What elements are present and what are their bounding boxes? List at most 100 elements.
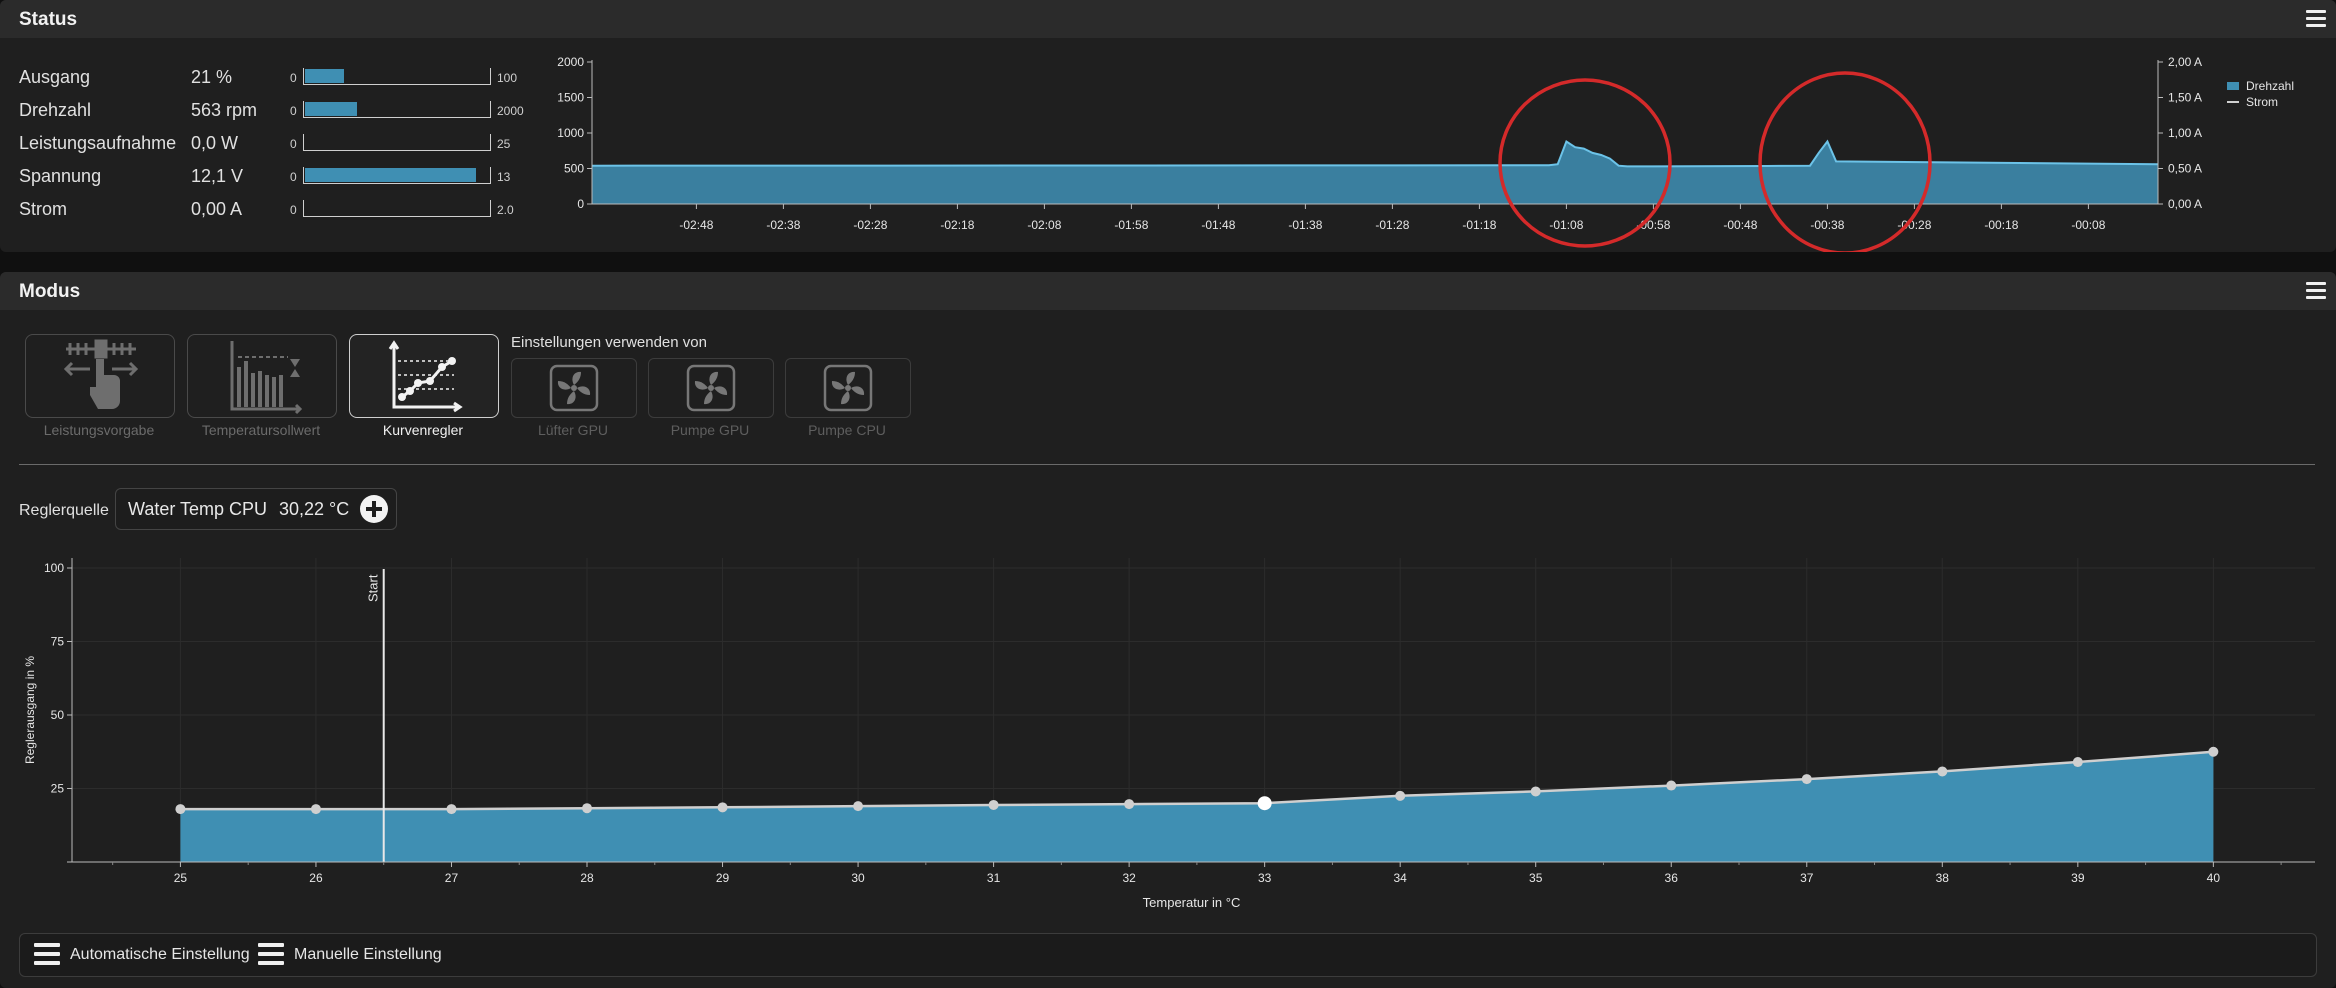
curve-point[interactable]	[1124, 799, 1135, 810]
x-tick-label: 28	[580, 871, 594, 885]
add-source-icon[interactable]	[359, 494, 389, 524]
curve-area	[180, 751, 2214, 862]
mode-kurvenregler-label: Kurvenregler	[382, 422, 464, 438]
x-tick-label: -01:28	[1375, 218, 1409, 232]
modus-header: Modus	[0, 272, 2336, 310]
x-tick-label: 37	[1800, 871, 1814, 885]
y-tick-label: 75	[51, 635, 65, 649]
curve-point[interactable]	[1937, 766, 1948, 777]
mode-kurvenregler-button[interactable]	[349, 334, 499, 418]
y-left-tick-label: 500	[564, 162, 584, 176]
manual-settings-label: Manuelle Einstellung	[294, 946, 442, 963]
curve-point[interactable]	[988, 799, 999, 810]
mode-temperatursollwert-label: Temperatursollwert	[201, 422, 321, 438]
curve-point[interactable]	[2072, 757, 2083, 768]
x-tick-label: -01:58	[1114, 218, 1148, 232]
x-axis-label: Temperatur in °C	[1143, 895, 1241, 910]
y-right-tick-label: 0,50 A	[2168, 162, 2202, 176]
y-left-tick-label: 1500	[557, 91, 584, 105]
x-tick-label: -01:48	[1201, 218, 1235, 232]
legend-swatch-drehzahl	[2227, 82, 2239, 90]
curve-point[interactable]	[446, 804, 457, 815]
x-tick-label: -00:18	[1984, 218, 2018, 232]
source-pumpe-cpu-label: Pumpe CPU	[808, 422, 886, 438]
x-tick-label: 32	[1122, 871, 1136, 885]
mode-leistungsvorgabe-button[interactable]	[25, 334, 175, 418]
curve-point[interactable]	[1801, 774, 1812, 785]
curve-point[interactable]	[717, 802, 728, 813]
source-pumpe-gpu-button[interactable]	[648, 358, 774, 418]
start-label: Start	[366, 574, 381, 602]
x-tick-label: -00:08	[2071, 218, 2105, 232]
x-tick-label: 31	[987, 871, 1001, 885]
fan-icon	[823, 364, 873, 412]
auto-settings-label: Automatische Einstellung	[70, 946, 250, 963]
x-tick-label: 29	[716, 871, 730, 885]
use-settings-label: Einstellungen verwenden von	[511, 334, 707, 351]
curve-chart[interactable]: Start 100 75 50 25 25 26 27 28 29 30 31 32 33 34 35 36 37…	[0, 545, 2336, 933]
y-right-tick-label: 2,00 A	[2168, 55, 2202, 69]
curve-point[interactable]	[1666, 780, 1677, 791]
curve-controller-icon	[388, 340, 463, 413]
x-tick-label: -01:08	[1549, 218, 1583, 232]
x-tick-label: 38	[1936, 871, 1950, 885]
target-temperature-icon	[230, 341, 303, 415]
x-tick-label: -01:38	[1288, 218, 1322, 232]
x-tick-label: 39	[2071, 871, 2085, 885]
y-tick-label: 50	[51, 708, 65, 722]
x-tick-label: 25	[174, 871, 188, 885]
modus-title: Modus	[19, 281, 81, 302]
y-right-tick-label: 1,00 A	[2168, 126, 2202, 140]
x-tick-label: 27	[445, 871, 459, 885]
x-tick-label: -00:48	[1723, 218, 1757, 232]
curve-point[interactable]	[1395, 790, 1406, 801]
x-tick-label: 30	[851, 871, 865, 885]
drehzahl-line	[591, 139, 2159, 168]
auto-settings-button[interactable]: Automatische Einstellung	[34, 942, 264, 968]
curve-point[interactable]	[2208, 746, 2219, 757]
curve-point[interactable]	[175, 804, 186, 815]
source-pumpe-cpu-button[interactable]	[785, 358, 911, 418]
curve-point[interactable]	[1257, 796, 1272, 811]
y-left-tick-label: 0	[577, 197, 584, 211]
curve-point[interactable]	[1530, 786, 1541, 797]
x-tick-label: -02:18	[940, 218, 974, 232]
source-name: Water Temp CPU	[128, 499, 268, 519]
curve-point[interactable]	[310, 804, 321, 815]
source-lufter-gpu-label: Lüfter GPU	[537, 422, 609, 438]
y-right-tick-label: 0,00 A	[2168, 197, 2202, 211]
section-divider	[19, 464, 2315, 465]
fan-icon	[549, 364, 599, 412]
source-lufter-gpu-button[interactable]	[511, 358, 637, 418]
manual-settings-button[interactable]: Manuelle Einstellung	[258, 942, 458, 968]
status-chart: 2000 1500 1000 500 0 2,00 A 1,50 A 1,00 A 0,50 A…	[557, 55, 2294, 252]
mode-temperatursollwert-button[interactable]	[187, 334, 337, 418]
x-tick-label: 34	[1394, 871, 1408, 885]
curve-point[interactable]	[582, 803, 593, 814]
y-left-tick-label: 1000	[557, 126, 584, 140]
y-tick-label: 100	[44, 561, 64, 575]
fan-icon	[686, 364, 736, 412]
y-axis-label: Reglerausgang in %	[23, 656, 37, 764]
modus-menu-icon[interactable]	[2306, 282, 2326, 299]
bottom-toolbar: Automatische Einstellung Manuelle Einste…	[19, 933, 2317, 977]
y-right-tick-label: 1,50 A	[2168, 91, 2202, 105]
x-tick-label: 36	[1665, 871, 1679, 885]
curve-point[interactable]	[853, 801, 864, 812]
x-tick-label: 40	[2207, 871, 2221, 885]
x-tick-label: 35	[1529, 871, 1543, 885]
x-tick-label: -02:28	[853, 218, 887, 232]
legend-label-strom: Strom	[2246, 95, 2278, 109]
x-tick-label: 26	[309, 871, 323, 885]
x-tick-label: -02:08	[1027, 218, 1061, 232]
x-tick-label: -02:38	[766, 218, 800, 232]
reglerquelle-label: Reglerquelle	[19, 502, 109, 519]
source-pumpe-gpu-label: Pumpe GPU	[670, 422, 750, 438]
controller-source-selector[interactable]: Water Temp CPU 30,22 °C	[115, 488, 397, 530]
legend-label-drehzahl: Drehzahl	[2246, 79, 2294, 93]
menu-icon	[34, 943, 60, 967]
manual-hand-icon	[63, 339, 139, 409]
mode-leistungsvorgabe-label: Leistungsvorgabe	[43, 422, 155, 438]
source-value: 30,22 °C	[279, 499, 350, 519]
y-tick-label: 25	[51, 782, 65, 796]
